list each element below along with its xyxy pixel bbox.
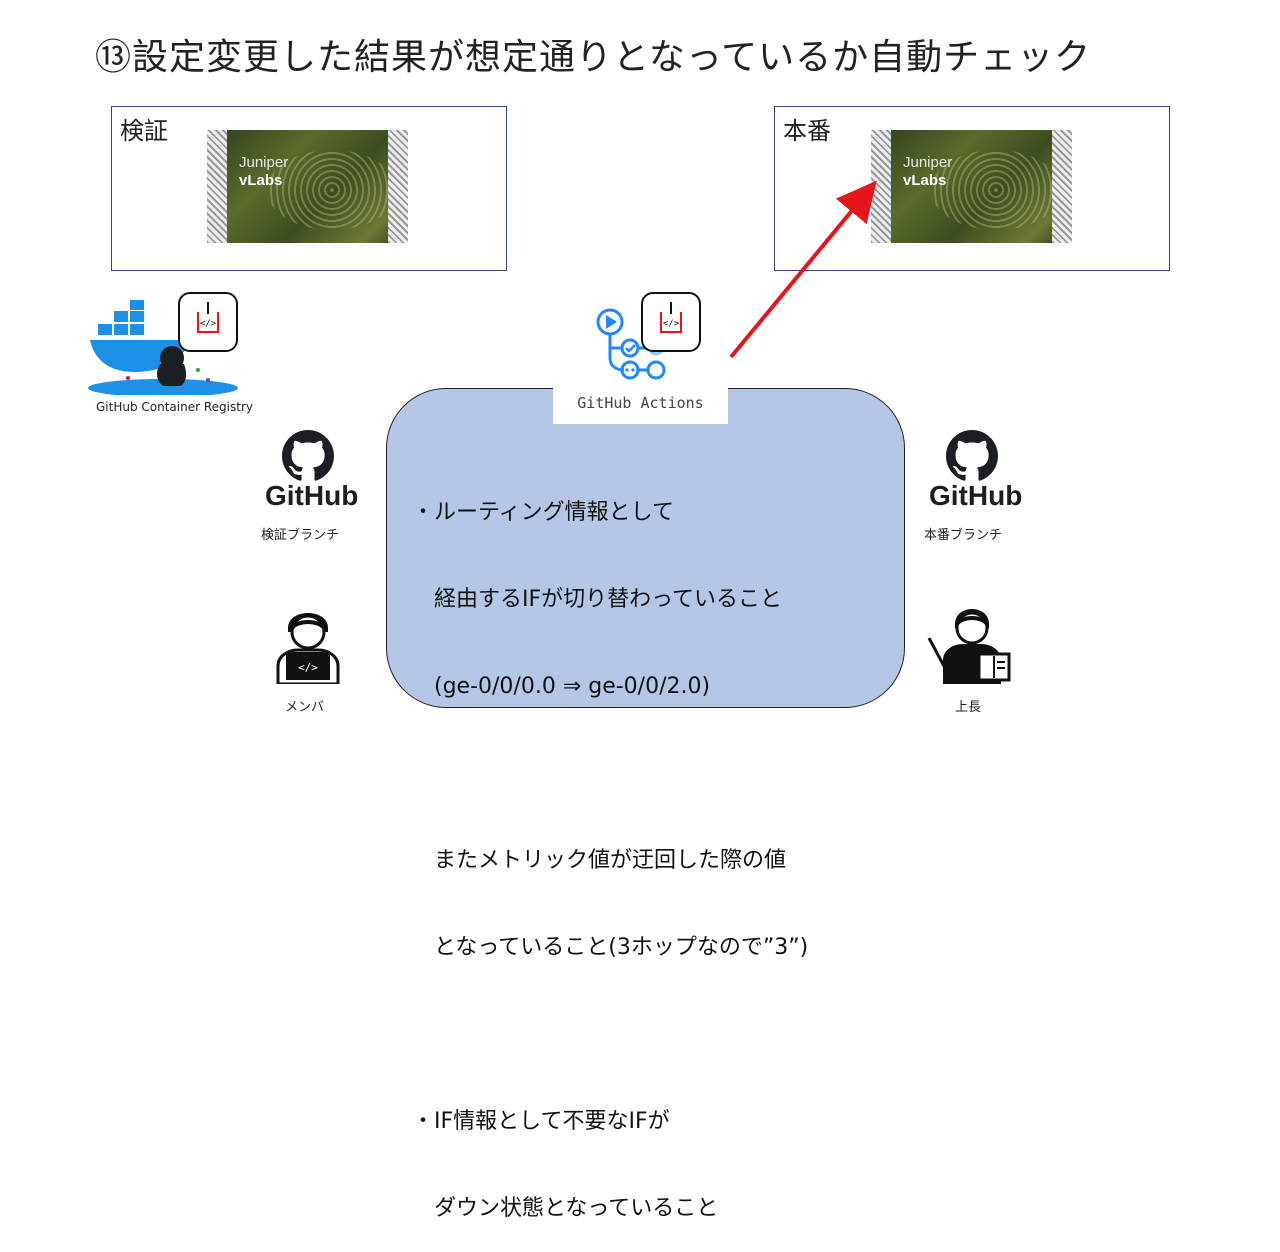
check-line: またメトリック値が迂回した際の値 xyxy=(412,848,787,873)
check-line xyxy=(412,759,808,788)
check-line: 経由するIFが切り替わっていること xyxy=(412,587,783,612)
check-line: となっていること(3ホップなので”3”) xyxy=(412,935,809,960)
github-octocat-icon xyxy=(946,430,998,481)
developer-icon: </> xyxy=(276,613,340,684)
registry-label: GitHub Container Registry xyxy=(96,400,253,414)
boss-caption: 上長 xyxy=(955,700,982,715)
svg-text:</>: </> xyxy=(298,661,318,674)
check-line: ダウン状態となっていること xyxy=(412,1196,719,1221)
production-branch-caption: 本番ブランチ xyxy=(924,528,1003,543)
github-wordmark: GitHub xyxy=(929,480,1023,511)
github-wordmark: GitHub xyxy=(265,480,359,511)
container-registry: </> GitHub Container Registry xyxy=(88,290,258,420)
member-caption: メンバ xyxy=(285,700,325,715)
github-production-branch: GitHub 本番ブランチ xyxy=(922,430,1022,545)
code-badge-icon: </> xyxy=(178,292,238,352)
code-badge-icon: </> xyxy=(641,292,701,352)
boss-person: 上長 xyxy=(925,598,1015,716)
svg-text:</>: </> xyxy=(200,319,217,329)
check-criteria-text: ・ルーティング情報として 経由するIFが切り替わっていること (ge-0/0/0… xyxy=(412,440,808,1252)
check-line: ・IF情報として不要なIFが xyxy=(412,1109,670,1134)
github-octocat-icon xyxy=(282,430,334,481)
actions-label: GitHub Actions xyxy=(553,382,728,424)
teacher-icon xyxy=(927,609,1011,684)
check-line: ・ルーティング情報として xyxy=(412,500,675,525)
member-person: </> メンバ xyxy=(268,598,348,716)
github-staging-branch: GitHub 検証ブランチ xyxy=(258,430,358,545)
check-line: (ge-0/0/0.0 ⇒ ge-0/0/2.0) xyxy=(412,674,711,699)
deploy-arrow-line xyxy=(729,180,877,359)
staging-branch-caption: 検証ブランチ xyxy=(261,528,340,543)
svg-text:</>: </> xyxy=(663,319,680,329)
check-line xyxy=(412,1020,808,1049)
